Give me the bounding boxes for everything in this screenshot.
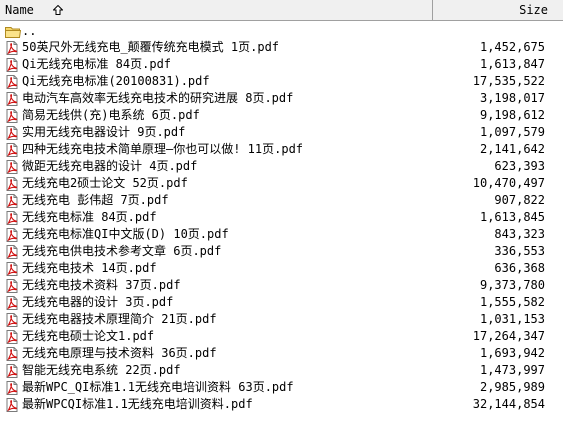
- file-size: 623,393: [494, 159, 545, 173]
- file-size: 907,822: [494, 193, 545, 207]
- file-name: 无线充电2硕士论文 52页.pdf: [22, 176, 188, 190]
- file-row[interactable]: Qi无线充电标准(20100831).pdf 17,535,522: [0, 73, 563, 90]
- file-row[interactable]: 无线充电标准 84页.pdf 1,613,845: [0, 209, 563, 226]
- pdf-icon: [5, 177, 19, 191]
- name-column-label: Name: [5, 3, 34, 17]
- pdf-icon: [5, 347, 19, 361]
- file-name: 无线充电标准 84页.pdf: [22, 210, 157, 224]
- file-name: 微距无线充电器的设计 4页.pdf: [22, 159, 198, 173]
- file-row[interactable]: 简易无线供(充)电系统 6页.pdf 9,198,612: [0, 107, 563, 124]
- file-name: 智能无线充电系统 22页.pdf: [22, 363, 181, 377]
- pdf-icon: [5, 313, 19, 327]
- file-name: 无线充电 彭伟超 7页.pdf: [22, 193, 169, 207]
- size-column-header[interactable]: Size: [433, 0, 563, 20]
- file-row[interactable]: 无线充电供电技术参考文章 6页.pdf 336,553: [0, 243, 563, 260]
- file-row[interactable]: 电动汽车高效率无线充电技术的研究进展 8页.pdf 3,198,017: [0, 90, 563, 107]
- file-size: 336,553: [494, 244, 545, 258]
- pdf-icon: [5, 126, 19, 140]
- file-size: 9,373,780: [479, 278, 545, 292]
- pdf-icon: [5, 228, 19, 242]
- file-row[interactable]: 无线充电标准QI中文版(D) 10页.pdf 843,323: [0, 226, 563, 243]
- file-row[interactable]: 无线充电器的设计 3页.pdf 1,555,582: [0, 294, 563, 311]
- file-size: 1,613,847: [479, 57, 545, 71]
- file-name: 最新WPCQI标准1.1无线充电培训资料.pdf: [22, 397, 253, 411]
- pdf-icon: [5, 194, 19, 208]
- pdf-icon: [5, 92, 19, 106]
- file-row[interactable]: 最新WPCQI标准1.1无线充电培训资料.pdf 32,144,854: [0, 396, 563, 413]
- file-size: 3,198,017: [479, 91, 545, 105]
- folder-icon: [5, 25, 19, 39]
- file-name: 无线充电原理与技术资料 36页.pdf: [22, 346, 217, 360]
- pdf-icon: [5, 160, 19, 174]
- pdf-icon: [5, 296, 19, 310]
- file-size: 636,368: [494, 261, 545, 275]
- name-column-header[interactable]: Name: [0, 0, 433, 20]
- pdf-icon: [5, 245, 19, 259]
- file-name: 最新WPC_QI标准1.1无线充电培训资料 63页.pdf: [22, 380, 294, 394]
- file-size: 1,693,942: [479, 346, 545, 360]
- file-name: 电动汽车高效率无线充电技术的研究进展 8页.pdf: [22, 91, 294, 105]
- file-row[interactable]: 无线充电技术 14页.pdf 636,368: [0, 260, 563, 277]
- file-row[interactable]: 实用无线充电器设计 9页.pdf 1,097,579: [0, 124, 563, 141]
- file-name: ..: [22, 24, 37, 38]
- pdf-icon: [5, 211, 19, 225]
- file-size: 1,555,582: [479, 295, 545, 309]
- file-row[interactable]: 无线充电器技术原理简介 21页.pdf 1,031,153: [0, 311, 563, 328]
- file-size: 10,470,497: [472, 176, 545, 190]
- file-name: 无线充电技术资料 37页.pdf: [22, 278, 181, 292]
- parent-directory-row[interactable]: ..: [0, 23, 563, 39]
- file-size: 1,097,579: [479, 125, 545, 139]
- pdf-icon: [5, 262, 19, 276]
- file-size: 17,535,522: [472, 74, 545, 88]
- file-name: 无线充电技术 14页.pdf: [22, 261, 157, 275]
- file-row[interactable]: 微距无线充电器的设计 4页.pdf 623,393: [0, 158, 563, 175]
- file-row[interactable]: 无线充电技术资料 37页.pdf 9,373,780: [0, 277, 563, 294]
- file-size: 2,985,989: [479, 380, 545, 394]
- pdf-icon: [5, 75, 19, 89]
- pdf-icon: [5, 279, 19, 293]
- file-name: 无线充电供电技术参考文章 6页.pdf: [22, 244, 222, 258]
- file-size: 9,198,612: [479, 108, 545, 122]
- file-size: 843,323: [494, 227, 545, 241]
- file-size: 1,031,153: [479, 312, 545, 326]
- pdf-icon: [5, 398, 19, 412]
- file-name: 无线充电器的设计 3页.pdf: [22, 295, 174, 309]
- file-row[interactable]: 四种无线充电技术简单原理—你也可以做! 11页.pdf 2,141,642: [0, 141, 563, 158]
- sort-ascending-icon[interactable]: [53, 5, 64, 15]
- pdf-icon: [5, 381, 19, 395]
- pdf-icon: [5, 143, 19, 157]
- file-row[interactable]: 无线充电硕士论文1.pdf 17,264,347: [0, 328, 563, 345]
- file-row[interactable]: 最新WPC_QI标准1.1无线充电培训资料 63页.pdf 2,985,989: [0, 379, 563, 396]
- size-column-label: Size: [519, 3, 548, 17]
- pdf-icon: [5, 330, 19, 344]
- column-header-bar: Name Size: [0, 0, 563, 21]
- file-size: 2,141,642: [479, 142, 545, 156]
- pdf-icon: [5, 41, 19, 55]
- file-name: 四种无线充电技术简单原理—你也可以做! 11页.pdf: [22, 142, 304, 156]
- file-row[interactable]: Qi无线充电标准 84页.pdf 1,613,847: [0, 56, 563, 73]
- file-size: 1,452,675: [479, 40, 545, 54]
- file-name: 无线充电标准QI中文版(D) 10页.pdf: [22, 227, 229, 241]
- file-name: 无线充电器技术原理简介 21页.pdf: [22, 312, 217, 326]
- file-row[interactable]: 无线充电2硕士论文 52页.pdf 10,470,497: [0, 175, 563, 192]
- file-name: 50英尺外无线充电_颠覆传统充电模式 1页.pdf: [22, 40, 280, 54]
- file-name: Qi无线充电标准 84页.pdf: [22, 57, 172, 71]
- file-size: 1,613,845: [479, 210, 545, 224]
- file-name: 实用无线充电器设计 9页.pdf: [22, 125, 186, 139]
- file-name: Qi无线充电标准(20100831).pdf: [22, 74, 210, 88]
- file-size: 1,473,997: [479, 363, 545, 377]
- file-name: 简易无线供(充)电系统 6页.pdf: [22, 108, 200, 122]
- pdf-icon: [5, 58, 19, 72]
- pdf-icon: [5, 364, 19, 378]
- file-name: 无线充电硕士论文1.pdf: [22, 329, 155, 343]
- file-row[interactable]: 50英尺外无线充电_颠覆传统充电模式 1页.pdf 1,452,675: [0, 39, 563, 56]
- file-row[interactable]: 无线充电 彭伟超 7页.pdf 907,822: [0, 192, 563, 209]
- file-row[interactable]: 智能无线充电系统 22页.pdf 1,473,997: [0, 362, 563, 379]
- pdf-icon: [5, 109, 19, 123]
- file-row[interactable]: 无线充电原理与技术资料 36页.pdf 1,693,942: [0, 345, 563, 362]
- file-size: 17,264,347: [472, 329, 545, 343]
- file-size: 32,144,854: [472, 397, 545, 411]
- file-list: .. 50英尺外无线充电_颠覆传统充电模式 1页.pdf 1,452,675 Qi无线…: [0, 23, 563, 413]
